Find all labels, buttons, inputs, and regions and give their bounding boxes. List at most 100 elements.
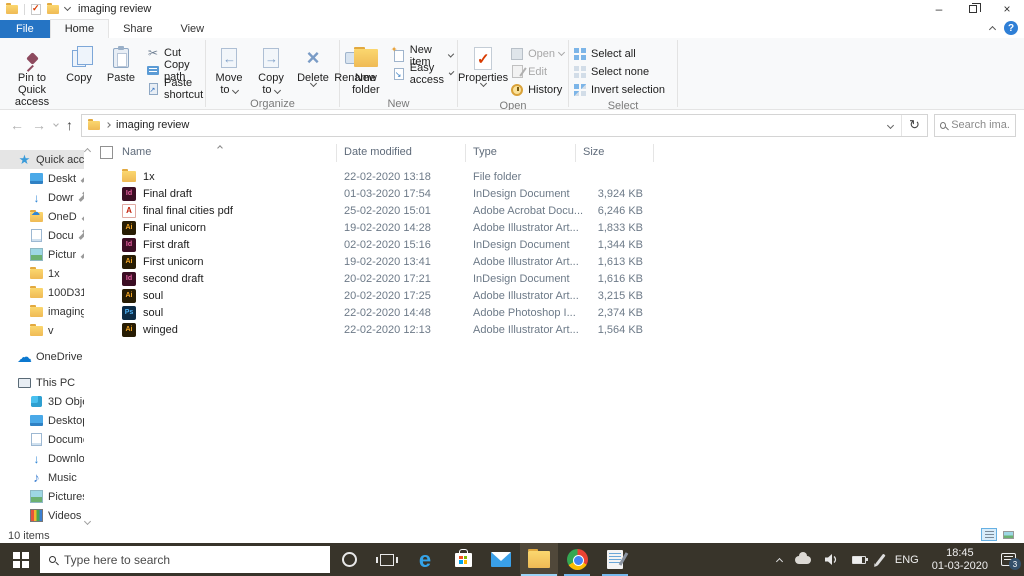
tab-home[interactable]: Home (49, 19, 110, 38)
file-row[interactable]: Id First draft 02-02-2020 15:16 InDesign D… (92, 236, 1024, 253)
sidebar-item-imaging[interactable]: imaging (0, 302, 84, 321)
pin-to-quick-access-button[interactable]: Pin to Quick access (6, 42, 58, 110)
mail-button[interactable] (482, 543, 520, 576)
taskbar-search-input[interactable] (64, 552, 321, 567)
sidebar-item-desktop-pinned[interactable]: Deskt (0, 169, 84, 188)
pen-icon[interactable] (875, 553, 886, 566)
sidebar-item-documents[interactable]: Docume (0, 430, 84, 449)
properties-button[interactable]: Properties (458, 42, 508, 88)
new-folder-button[interactable]: New folder (344, 42, 388, 98)
sidebar-item-quick-access[interactable]: ★ Quick access (0, 150, 84, 169)
collapse-ribbon-icon[interactable] (988, 25, 997, 34)
file-row[interactable]: Ai Final unicorn 19-02-2020 14:28 Adobe Il… (92, 219, 1024, 236)
language-indicator[interactable]: ENG (895, 554, 919, 566)
edit-button[interactable]: Edit (510, 64, 564, 79)
file-explorer-button[interactable] (520, 543, 558, 576)
indesign-file-icon: Id (122, 271, 136, 286)
notepad-button[interactable] (596, 543, 634, 576)
paste-shortcut-button[interactable]: Paste shortcut (146, 77, 203, 101)
indesign-file-icon: Id (122, 237, 136, 252)
details-view-button[interactable] (981, 528, 997, 541)
select-all-checkbox[interactable] (100, 146, 113, 159)
sidebar-item-desktop[interactable]: Desktop (0, 411, 84, 430)
close-button[interactable]: × (990, 0, 1024, 18)
notification-center-button[interactable]: 3 (1001, 553, 1021, 570)
breadcrumb-current[interactable]: imaging review (116, 119, 189, 131)
tab-view[interactable]: View (166, 20, 218, 38)
sidebar-item-100d310[interactable]: 100D310 (0, 283, 84, 302)
file-row[interactable]: Afinal final cities pdf 25-02-2020 15:01… (92, 202, 1024, 219)
sidebar-item-onedrive[interactable]: ☁ OneDrive (0, 347, 84, 366)
easy-access-button[interactable]: Easy access (392, 62, 455, 86)
file-row[interactable]: Id second draft 20-02-2020 17:21 InDesign … (92, 270, 1024, 287)
thumbnail-view-button[interactable] (1000, 528, 1016, 541)
up-button[interactable]: ↑ (66, 117, 73, 133)
chrome-button[interactable] (558, 543, 596, 576)
copy-path-icon (147, 66, 159, 75)
file-row[interactable]: Ai winged 22-02-2020 12:13 Adobe Illustrat… (92, 321, 1024, 338)
file-row[interactable]: Ai soul 20-02-2020 17:25 Adobe Illustrator… (92, 287, 1024, 304)
copy-button[interactable]: Copy (58, 42, 100, 86)
properties-quick-icon[interactable] (31, 3, 41, 15)
open-button[interactable]: Open (510, 46, 566, 61)
sidebar-item-music[interactable]: ♪ Music (0, 468, 84, 487)
explorer-search-input[interactable] (951, 119, 1010, 131)
explorer-search-box[interactable] (934, 113, 1016, 137)
back-button[interactable]: ← (10, 117, 24, 133)
sidebar-item-3d-objects[interactable]: 3D Obje (0, 392, 84, 411)
store-button[interactable] (444, 543, 482, 576)
move-to-button[interactable]: Move to (208, 42, 250, 98)
paste-button[interactable]: Paste (100, 42, 142, 86)
battery-icon[interactable] (852, 555, 869, 564)
tray-expand-chevron-icon[interactable] (776, 557, 784, 565)
refresh-button[interactable]: ↻ (901, 114, 927, 136)
copy-to-button[interactable]: Copy to (250, 42, 292, 98)
address-dropdown-icon[interactable] (879, 119, 901, 131)
column-header-name[interactable]: Name (122, 146, 151, 158)
file-row[interactable]: 1x 22-02-2020 13:18 File folder (92, 168, 1024, 185)
clock[interactable]: 18:45 01-03-2020 (932, 547, 988, 573)
sidebar-scroll-up-icon[interactable] (83, 147, 92, 156)
history-button[interactable]: History (510, 82, 564, 97)
sidebar-item-downloads[interactable]: ↓ Downloa (0, 449, 85, 468)
sidebar-item-onedrive-pinned[interactable]: OneD (0, 207, 84, 226)
column-header-type[interactable]: Type (473, 146, 497, 158)
cortana-button[interactable] (330, 543, 368, 576)
tab-share[interactable]: Share (109, 20, 166, 38)
forward-button[interactable]: → (32, 117, 46, 133)
delete-button[interactable]: × Delete (292, 42, 334, 88)
new-folder-quick-icon[interactable] (47, 2, 59, 14)
onedrive-tray-icon[interactable] (795, 551, 812, 564)
file-row[interactable]: Ai First unicorn 19-02-2020 13:41 Adobe Il… (92, 253, 1024, 270)
start-button[interactable] (0, 543, 40, 576)
minimize-button[interactable]: – (922, 0, 956, 18)
sidebar-item-v[interactable]: v (0, 321, 84, 340)
edge-button[interactable]: e (406, 543, 444, 576)
sidebar-item-this-pc[interactable]: This PC (0, 373, 84, 392)
sidebar-item-pictures[interactable]: Pictures (0, 487, 84, 506)
select-all-button[interactable]: Select all (573, 46, 665, 61)
file-row[interactable]: Id Final draft 01-03-2020 17:54 InDesign D… (92, 185, 1024, 202)
taskbar-search-box[interactable] (40, 546, 330, 573)
column-header-date[interactable]: Date modified (344, 146, 412, 158)
customize-qat-chevron-icon[interactable] (63, 3, 72, 12)
file-row[interactable]: Ps soul 22-02-2020 14:48 Adobe Photoshop I… (92, 304, 1024, 321)
restore-button[interactable] (956, 0, 990, 18)
sidebar-item-1x[interactable]: 1x (0, 264, 84, 283)
downloads-icon: ↓ (33, 451, 40, 466)
breadcrumb-box[interactable]: imaging review ↻ (81, 113, 928, 137)
sidebar-item-downloads-pinned[interactable]: ↓ Dowr (0, 188, 84, 207)
taskbar: e ENG 18:45 01-03-2020 3 (0, 543, 1024, 576)
sidebar-scroll-down-icon[interactable] (83, 517, 92, 526)
column-header-size[interactable]: Size (583, 146, 604, 158)
sidebar-item-pictures-pinned[interactable]: Pictur (0, 245, 84, 264)
invert-selection-button[interactable]: Invert selection (573, 82, 665, 97)
help-icon[interactable]: ? (1004, 21, 1018, 35)
task-view-button[interactable] (368, 543, 406, 576)
sidebar-item-videos[interactable]: Videos (0, 506, 84, 525)
tab-file[interactable]: File (0, 20, 50, 38)
select-none-button[interactable]: Select none (573, 64, 665, 79)
volume-icon[interactable] (824, 553, 839, 566)
sidebar-item-documents-pinned[interactable]: Docu (0, 226, 84, 245)
recent-locations-chevron-icon[interactable] (53, 120, 59, 127)
